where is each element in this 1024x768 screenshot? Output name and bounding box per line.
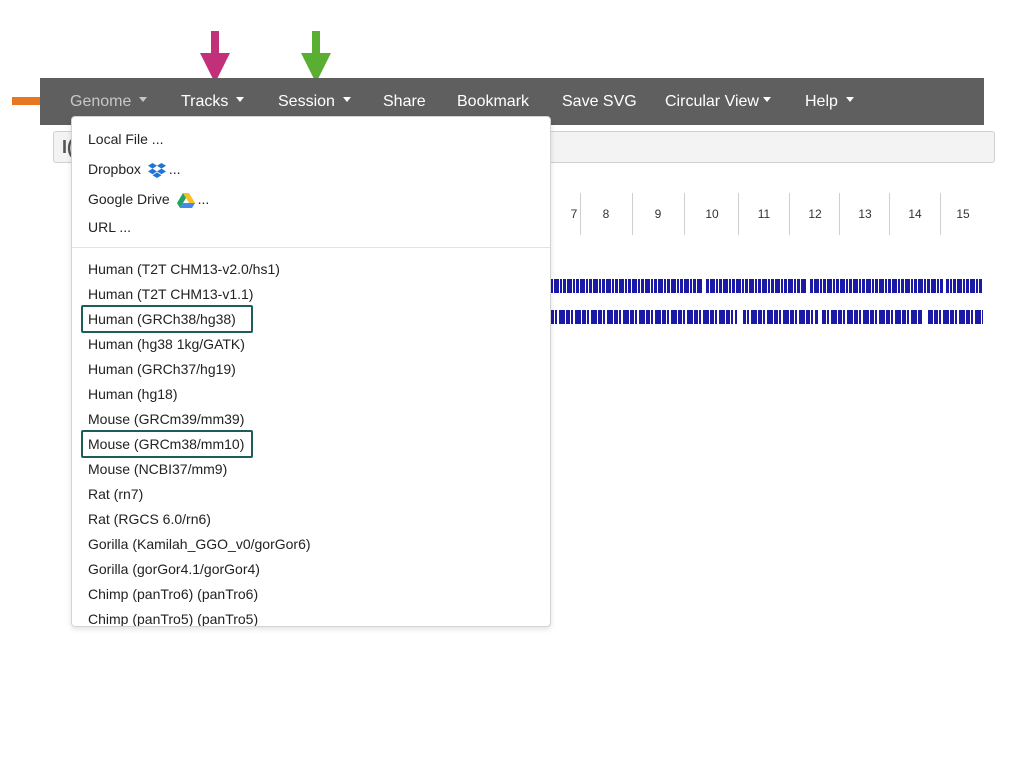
chromosome-label: 9 bbox=[654, 207, 662, 221]
genome-option-label: Chimp (panTro6) (panTro6) bbox=[88, 586, 259, 602]
chromosome-cell[interactable]: 9 bbox=[632, 193, 683, 235]
genome-option-label: Human (hg38 1kg/GATK) bbox=[88, 336, 245, 352]
nav-save-svg-label: Save SVG bbox=[562, 93, 637, 110]
genome-option-label: Gorilla (Kamilah_GGO_v0/gorGor6) bbox=[88, 536, 311, 552]
caret-down-icon bbox=[845, 97, 854, 103]
chromosome-cell[interactable]: 13 bbox=[839, 193, 890, 235]
chromosome-cell[interactable]: 11 bbox=[738, 193, 789, 235]
chromosome-label: 10 bbox=[705, 207, 719, 221]
chromosome-navigator: 7 8 9 10 11 12 13 14 15 bbox=[530, 193, 984, 235]
nav-save-svg-button[interactable]: Save SVG bbox=[562, 78, 637, 125]
google-drive-label: Google Drive bbox=[88, 191, 170, 207]
genome-option[interactable]: Human (hg18) bbox=[88, 384, 178, 404]
local-file-label: Local File ... bbox=[88, 131, 164, 147]
local-file-option[interactable]: Local File ... bbox=[88, 129, 163, 149]
genome-option[interactable]: Mouse (GRCm39/mm39) bbox=[88, 409, 244, 429]
dropbox-option[interactable]: Dropbox ... bbox=[88, 159, 180, 179]
url-label: URL ... bbox=[88, 219, 132, 235]
menu-divider bbox=[72, 247, 550, 248]
genome-option-label: Chimp (panTro5) (panTro5) bbox=[88, 611, 259, 627]
google-drive-ellipsis: ... bbox=[197, 191, 210, 207]
dropbox-label: Dropbox bbox=[88, 161, 141, 177]
dropbox-icon bbox=[147, 162, 166, 178]
nav-help-label: Help bbox=[805, 93, 838, 110]
genome-option[interactable]: Mouse (NCBI37/mm9) bbox=[88, 459, 227, 479]
genome-option[interactable]: Rat (rn7) bbox=[88, 484, 143, 504]
genome-option-label: Rat (RGCS 6.0/rn6) bbox=[88, 511, 211, 527]
genome-option[interactable]: Chimp (panTro6) (panTro6) bbox=[88, 584, 258, 604]
chromosome-cell[interactable]: 15 bbox=[940, 193, 985, 235]
chromosome-label: 8 bbox=[602, 207, 610, 221]
nav-bookmark-label: Bookmark bbox=[457, 93, 530, 110]
nav-session-label: Session bbox=[278, 93, 335, 110]
chromosome-label: 11 bbox=[757, 207, 771, 221]
nav-share-label: Share bbox=[383, 93, 426, 110]
genome-option[interactable]: Gorilla (Kamilah_GGO_v0/gorGor6) bbox=[88, 534, 311, 554]
dropbox-ellipsis: ... bbox=[168, 161, 181, 177]
chromosome-cell[interactable]: 12 bbox=[789, 193, 840, 235]
nav-help-menu[interactable]: Help bbox=[805, 78, 854, 125]
chromosome-label: 13 bbox=[858, 207, 872, 221]
chromosome-cell[interactable]: 10 bbox=[684, 193, 739, 235]
nav-circular-view-label: Circular View bbox=[665, 93, 759, 110]
genome-option[interactable]: Gorilla (gorGor4.1/gorGor4) bbox=[88, 559, 260, 579]
genome-dropdown-menu: Local File ... Dropbox ... Google Drive … bbox=[71, 116, 551, 627]
nav-tracks-label: Tracks bbox=[181, 93, 229, 110]
genome-track-2[interactable] bbox=[550, 310, 983, 324]
genome-option[interactable]: Human (hg38 1kg/GATK) bbox=[88, 334, 245, 354]
nav-circular-view-menu[interactable]: Circular View bbox=[665, 78, 771, 125]
genome-option[interactable]: Human (T2T CHM13-v2.0/hs1) bbox=[88, 259, 280, 279]
caret-down-icon bbox=[236, 97, 245, 103]
chromosome-label: 12 bbox=[808, 207, 822, 221]
genome-option-label: Human (GRCh37/hg19) bbox=[88, 361, 236, 377]
genome-option-label: Human (hg18) bbox=[88, 386, 178, 402]
genome-option-label: Rat (rn7) bbox=[88, 486, 144, 502]
chromosome-label: 14 bbox=[908, 207, 922, 221]
caret-down-icon bbox=[342, 97, 351, 103]
genome-option-label: Mouse (NCBI37/mm9) bbox=[88, 461, 228, 477]
tracks-arrow-icon bbox=[200, 31, 230, 83]
genome-option[interactable]: Human (GRCh37/hg19) bbox=[88, 359, 236, 379]
caret-down-icon bbox=[139, 97, 148, 103]
nav-genome-label: Genome bbox=[70, 93, 132, 110]
session-arrow-icon bbox=[301, 31, 331, 83]
genome-option[interactable]: Human (T2T CHM13-v1.1) bbox=[88, 284, 253, 304]
genome-track-1[interactable] bbox=[550, 279, 983, 293]
google-drive-option[interactable]: Google Drive ... bbox=[88, 189, 209, 209]
genome-option-label: Gorilla (gorGor4.1/gorGor4) bbox=[88, 561, 260, 577]
chromosome-label: 15 bbox=[956, 207, 970, 221]
genome-option[interactable]: Chimp (panTro5) (panTro5) bbox=[88, 609, 259, 627]
genome-option-label: Mouse (GRCm39/mm39) bbox=[88, 411, 245, 427]
chromosome-label: 7 bbox=[570, 207, 578, 221]
genome-option-label: Human (T2T CHM13-v2.0/hs1) bbox=[88, 261, 280, 277]
genome-option-label: Human (T2T CHM13-v1.1) bbox=[88, 286, 254, 302]
url-option[interactable]: URL ... bbox=[88, 217, 131, 237]
genome-option[interactable]: Rat (RGCS 6.0/rn6) bbox=[88, 509, 211, 529]
mm10-highlight-box bbox=[81, 430, 253, 458]
hg38-highlight-box bbox=[81, 305, 253, 333]
chromosome-cell[interactable]: 8 bbox=[580, 193, 631, 235]
chromosome-cell[interactable]: 14 bbox=[889, 193, 940, 235]
google-drive-icon bbox=[176, 192, 195, 208]
caret-down-icon bbox=[762, 97, 771, 103]
